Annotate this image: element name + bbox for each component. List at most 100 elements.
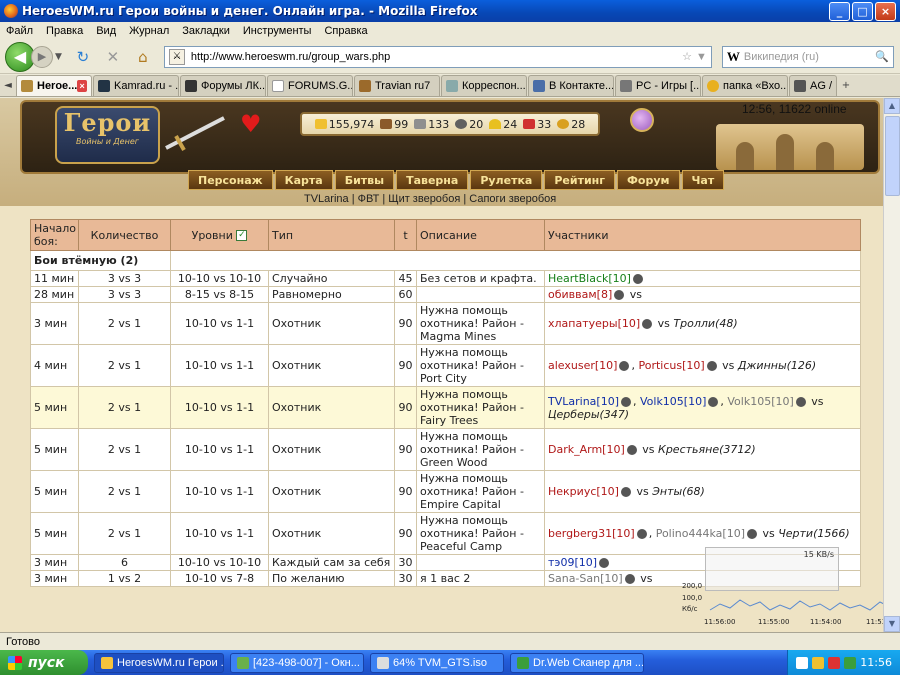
scroll-down-icon[interactable]: ▼ bbox=[884, 616, 900, 632]
task-tvm-iso[interactable]: 64% TVM_GTS.iso bbox=[370, 652, 504, 673]
participant-link[interactable]: тэ09[10] bbox=[548, 556, 597, 569]
participant-link[interactable]: хлапатуеры[10] bbox=[548, 317, 640, 330]
mana-potion-icon[interactable] bbox=[630, 108, 654, 132]
tray-icon[interactable] bbox=[828, 656, 841, 669]
participant-link[interactable]: Volk105[10] bbox=[727, 395, 793, 408]
forward-button[interactable]: ▶ bbox=[31, 45, 53, 68]
resource-ore: 133 bbox=[414, 118, 449, 131]
menu-help[interactable]: Справка bbox=[324, 25, 367, 37]
task-firefox[interactable]: HeroesWM.ru Герои ... bbox=[94, 652, 224, 673]
tab-heroes[interactable]: Heroe... × bbox=[16, 75, 92, 96]
participant-link[interactable]: bergberg31[10] bbox=[548, 527, 635, 540]
task-window-423[interactable]: [423-498-007] - Окн... bbox=[230, 652, 364, 673]
cell-t: 90 bbox=[394, 386, 417, 429]
stop-icon[interactable]: ✕ bbox=[102, 46, 124, 68]
tray-icon[interactable] bbox=[812, 656, 825, 669]
levels-filter-checkbox[interactable]: ✓ bbox=[236, 230, 248, 241]
page-scrollbar[interactable]: ▲ ▼ bbox=[883, 98, 900, 632]
table-row[interactable]: 3 мин 2 vs 1 10-10 vs 1-1 Охотник 90 Нужна по… bbox=[30, 302, 861, 345]
participant-link[interactable]: HeartBlack[10] bbox=[548, 272, 631, 285]
menu-chat[interactable]: Чат bbox=[681, 170, 725, 190]
cell-participants: хлапатуеры[10] vs Тролли(48) bbox=[544, 302, 861, 345]
faction-icon bbox=[614, 290, 625, 300]
tab-favicon-icon bbox=[185, 80, 197, 92]
search-bar[interactable]: W Википедия (ru) 🔍 bbox=[721, 45, 894, 68]
url-text[interactable]: http://www.heroeswm.ru/group_wars.php bbox=[191, 51, 682, 63]
city-illustration bbox=[716, 124, 864, 170]
participant-link[interactable]: обиввам[8] bbox=[548, 288, 612, 301]
cell-levels: 10-10 vs 1-1 bbox=[170, 428, 269, 471]
graph-y-label-mid: 100,0 bbox=[682, 594, 702, 602]
cell-start: 3 мин bbox=[30, 302, 79, 345]
close-button[interactable]: × bbox=[875, 1, 896, 21]
table-row[interactable]: 11 мин 3 vs 3 10-10 vs 10-10 Случайно 45 Без … bbox=[30, 270, 861, 287]
history-dropdown-icon[interactable]: ▼ bbox=[55, 52, 62, 62]
cell-start: 3 мин bbox=[30, 554, 79, 571]
logo-subtitle: Войны и Денег bbox=[76, 137, 139, 146]
tab-travian[interactable]: Travian ru7 bbox=[354, 75, 440, 96]
participant-link[interactable]: Некриус[10] bbox=[548, 485, 619, 498]
menu-map[interactable]: Карта bbox=[274, 170, 333, 190]
minimize-button[interactable]: _ bbox=[829, 1, 850, 21]
health-heart-icon[interactable]: ♥ bbox=[240, 110, 262, 138]
tray-icon[interactable] bbox=[844, 656, 857, 669]
home-icon[interactable]: ⌂ bbox=[132, 46, 154, 68]
url-dropdown-icon[interactable]: ▼ bbox=[696, 51, 707, 63]
menu-tavern[interactable]: Таверна bbox=[396, 170, 469, 190]
participant-link[interactable]: TVLarina[10] bbox=[548, 395, 619, 408]
game-logo[interactable]: Герои Войны и Денег bbox=[55, 106, 160, 164]
participant-link[interactable]: alexuser[10] bbox=[548, 359, 617, 372]
menu-tools[interactable]: Инструменты bbox=[243, 25, 312, 37]
table-row[interactable]: 5 мин 2 vs 1 10-10 vs 1-1 Охотник 90 Нужна по… bbox=[30, 470, 861, 513]
search-input[interactable]: Википедия (ru) bbox=[744, 51, 875, 63]
reload-icon[interactable]: ↻ bbox=[72, 46, 94, 68]
menu-battles[interactable]: Битвы bbox=[334, 170, 395, 190]
task-drweb[interactable]: Dr.Web Сканер для ... bbox=[510, 652, 644, 673]
menu-character[interactable]: Персонаж bbox=[188, 170, 273, 190]
tab-correspondence[interactable]: Корреспон... bbox=[441, 75, 527, 96]
tab-pc-games[interactable]: PC - Игры [... bbox=[615, 75, 701, 96]
windows-taskbar: пуск HeroesWM.ru Герои ... [423-498-007]… bbox=[0, 650, 900, 675]
menu-bookmarks[interactable]: Закладки bbox=[182, 25, 230, 37]
menu-roulette[interactable]: Рулетка bbox=[470, 170, 543, 190]
tab-label: В Контакте... bbox=[549, 80, 614, 92]
tab-close-icon[interactable]: × bbox=[77, 80, 87, 92]
tab-scroll-left-icon[interactable]: ◄ bbox=[0, 80, 16, 91]
menu-view[interactable]: Вид bbox=[96, 25, 116, 37]
menu-rating[interactable]: Рейтинг bbox=[544, 170, 616, 190]
enemy-label: Церберы(347) bbox=[548, 407, 630, 421]
participant-link[interactable]: Volk105[10] bbox=[640, 395, 706, 408]
table-row[interactable]: 28 мин 3 vs 3 8-15 vs 8-15 Равномерно 60 обив… bbox=[30, 286, 861, 303]
table-row[interactable]: 5 мин 2 vs 1 10-10 vs 1-1 Охотник 90 Нужна по… bbox=[30, 428, 861, 471]
menu-edit[interactable]: Правка bbox=[46, 25, 83, 37]
character-subnav[interactable]: TVLarina | ФВТ | Щит зверобоя | Сапоги з… bbox=[304, 193, 556, 205]
tab-vkontakte[interactable]: В Контакте... bbox=[528, 75, 614, 96]
participant-link[interactable]: Sana-San[10] bbox=[548, 572, 623, 585]
tab-kamrad[interactable]: Kamrad.ru - ... bbox=[93, 75, 179, 96]
tab-inbox-folder[interactable]: папка «Вхо... bbox=[702, 75, 788, 96]
scroll-up-icon[interactable]: ▲ bbox=[884, 98, 900, 114]
windows-logo-icon bbox=[8, 655, 22, 670]
participant-link[interactable]: Polino444ka[10] bbox=[656, 527, 745, 540]
search-icon[interactable]: 🔍 bbox=[875, 50, 889, 63]
tab-ag[interactable]: AG / bbox=[789, 75, 837, 96]
url-bar[interactable]: ⚔ http://www.heroeswm.ru/group_wars.php … bbox=[163, 45, 712, 68]
bookmark-star-icon[interactable]: ☆ bbox=[682, 50, 692, 63]
scroll-thumb[interactable] bbox=[885, 116, 900, 196]
table-row[interactable]: 4 мин 2 vs 1 10-10 vs 1-1 Охотник 90 Нужна по… bbox=[30, 344, 861, 387]
participant-link[interactable]: Dark_Arm[10] bbox=[548, 443, 625, 456]
start-button[interactable]: пуск bbox=[0, 650, 88, 675]
tray-icon[interactable] bbox=[796, 656, 809, 669]
menu-history[interactable]: Журнал bbox=[129, 25, 169, 37]
maximize-button[interactable]: □ bbox=[852, 1, 873, 21]
tab-forums-lk[interactable]: Форумы ЛК... bbox=[180, 75, 266, 96]
table-row[interactable]: 5 мин 2 vs 1 10-10 vs 1-1 Охотник 90 Нужна по… bbox=[30, 386, 861, 429]
menu-file[interactable]: Файл bbox=[6, 25, 33, 37]
cell-t: 90 bbox=[394, 512, 417, 555]
participant-link[interactable]: Porticus[10] bbox=[638, 359, 704, 372]
tab-forums-g[interactable]: FORUMS.G... bbox=[267, 75, 353, 96]
new-tab-icon[interactable]: + bbox=[838, 80, 854, 91]
wikipedia-icon[interactable]: W bbox=[727, 49, 740, 65]
faction-icon bbox=[706, 361, 717, 371]
menu-forum[interactable]: Форум bbox=[617, 170, 680, 190]
